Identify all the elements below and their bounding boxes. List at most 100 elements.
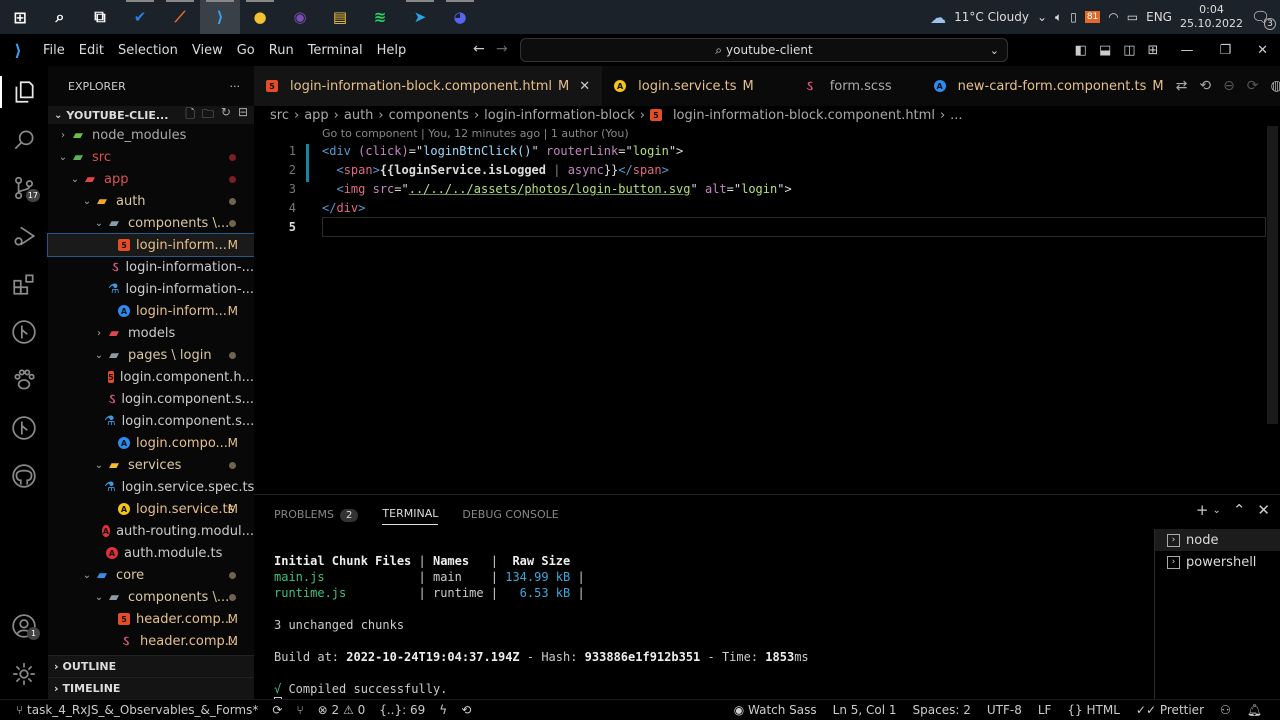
source-control-activity[interactable]: 17: [0, 164, 48, 212]
explorer-activity[interactable]: [0, 68, 48, 116]
tree-file[interactable]: Aauth.module.ts: [48, 542, 254, 564]
run-debug-activity[interactable]: [0, 212, 48, 260]
chevron-down-icon[interactable]: ⌄: [990, 44, 999, 57]
next-change-icon[interactable]: ⟳: [1247, 78, 1259, 94]
feedback-icon[interactable]: ⚇: [1220, 703, 1231, 717]
problems-status[interactable]: ⊗ 2 ⚠ 0: [318, 703, 366, 717]
cursor-position[interactable]: Ln 5, Col 1: [833, 703, 897, 717]
lines-info-status[interactable]: {..}: 69: [379, 703, 425, 717]
tree-file[interactable]: ઽ login-information-...: [48, 256, 254, 278]
restore-button[interactable]: ❐: [1219, 43, 1231, 58]
terminal-dropdown-icon[interactable]: ⌄: [1212, 505, 1220, 519]
breadcrumb-item[interactable]: ...: [950, 108, 962, 123]
codelens[interactable]: Go to component | You, 12 minutes ago | …: [322, 127, 629, 140]
git-modified-gutter[interactable]: [306, 144, 309, 182]
toggle-panel-icon[interactable]: ⬓: [1099, 43, 1111, 58]
tree-file[interactable]: ⚗ login.service.spec.ts: [48, 476, 254, 498]
taskbar-telegram[interactable]: ➤: [400, 0, 440, 34]
breadcrumb-item[interactable]: src: [270, 108, 289, 123]
paw-extension-activity[interactable]: [0, 356, 48, 404]
close-panel-icon[interactable]: ✕: [1257, 501, 1270, 519]
clock[interactable]: 0:04 25.10.2022: [1180, 3, 1243, 31]
new-file-icon[interactable]: 🗋︎: [185, 105, 195, 126]
sync-icon[interactable]: ⟳: [272, 703, 282, 717]
history-icon[interactable]: ⟲: [461, 703, 471, 717]
new-folder-icon[interactable]: 🗀︎: [202, 105, 214, 126]
menu-run[interactable]: Run: [262, 43, 301, 58]
new-terminal-icon[interactable]: +: [1196, 501, 1209, 519]
collapse-all-icon[interactable]: ⊟: [238, 105, 248, 126]
taskbar-file-explorer[interactable]: ▤: [320, 0, 360, 34]
taskbar-search[interactable]: ⌕: [40, 0, 80, 34]
maximize-panel-icon[interactable]: ⌃: [1233, 501, 1246, 519]
asset-path-link[interactable]: ../../../assets/photos/login-button.svg: [409, 182, 691, 196]
taskbar-discord[interactable]: ◕: [440, 0, 480, 34]
gitlens-compare-icon[interactable]: ◍: [1271, 78, 1280, 94]
menu-view[interactable]: View: [185, 43, 230, 58]
tree-file[interactable]: ⚗ login-information-...: [48, 278, 254, 300]
tree-file[interactable]: 5 login-inform... M: [47, 233, 255, 257]
tab-terminal[interactable]: TERMINAL: [382, 507, 439, 525]
github-activity[interactable]: [0, 452, 48, 500]
tab-problems[interactable]: PROBLEMS 2: [274, 508, 359, 522]
breadcrumb-item[interactable]: app: [304, 108, 328, 123]
editor-tab[interactable]: Anew-card-form.component.ts M: [904, 66, 1176, 106]
toggle-sidebar-icon[interactable]: ◧: [1075, 43, 1087, 58]
editor-tab[interactable]: 5 login-information-block.component.html M…: [254, 66, 603, 106]
watch-sass-button[interactable]: ◉ Watch Sass: [734, 703, 817, 717]
encoding[interactable]: UTF-8: [987, 703, 1022, 717]
menu-selection[interactable]: Selection: [111, 43, 185, 58]
breadcrumb-item[interactable]: auth: [344, 108, 374, 123]
bell-icon[interactable]: 🔔︎: [1247, 703, 1262, 717]
tree-file[interactable]: Alogin.service.ts M: [48, 498, 254, 520]
open-changes-icon[interactable]: ⇄: [1176, 78, 1188, 94]
customize-layout-icon[interactable]: ⊞: [1148, 43, 1159, 58]
tree-file[interactable]: ⚗ login.component.s...: [48, 410, 254, 432]
outline-section[interactable]: › OUTLINE: [48, 655, 254, 677]
timeline-section[interactable]: › TIMELINE: [48, 677, 254, 699]
taskbar-windows-start[interactable]: ⊞: [0, 0, 40, 34]
branch-status[interactable]: ⑂ task_4_RxJS_&_Observables_&_Forms*: [16, 703, 258, 717]
terminal-item-powershell[interactable]: › powershell: [1155, 551, 1280, 573]
tree-file[interactable]: Alogin-inform... M: [48, 300, 254, 322]
menu-help[interactable]: Help: [370, 43, 414, 58]
prettier-status[interactable]: ✓✓ Prettier: [1136, 703, 1204, 717]
indentation[interactable]: Spaces: 2: [913, 703, 971, 717]
lightning-icon[interactable]: ϟ: [439, 703, 447, 717]
taskbar-todo[interactable]: ✔: [120, 0, 160, 34]
tree-folder[interactable]: ⌄ ▰ pages \ login: [48, 344, 254, 366]
language-indicator[interactable]: ENG: [1146, 10, 1172, 24]
editor-tab[interactable]: Alogin.service.ts M: [602, 66, 766, 106]
tree-folder[interactable]: › ▰ models: [48, 322, 254, 344]
weather-text[interactable]: 11°C Cloudy: [954, 10, 1029, 24]
tree-file[interactable]: ઽ header.comp... M: [48, 630, 254, 652]
tab-debug-console[interactable]: DEBUG CONSOLE: [462, 508, 558, 521]
wifi-icon[interactable]: ◠: [1108, 10, 1118, 24]
breadcrumb-item[interactable]: login-information-block.component.html: [673, 108, 935, 123]
breadcrumb-item[interactable]: components: [389, 108, 469, 123]
previous-change-icon[interactable]: ⟲: [1199, 78, 1211, 94]
tray-app-badge[interactable]: 81: [1084, 11, 1101, 23]
menu-file[interactable]: File: [36, 43, 72, 58]
tree-folder[interactable]: › ▰ node_modules: [48, 124, 254, 146]
menu-terminal[interactable]: Terminal: [301, 43, 370, 58]
language-mode[interactable]: {} HTML: [1067, 703, 1120, 717]
menu-go[interactable]: Go: [230, 43, 262, 58]
tree-folder[interactable]: ⌄ ▰ core: [48, 564, 254, 586]
gitlens-activity[interactable]: [0, 404, 48, 452]
end-of-line[interactable]: LF: [1038, 703, 1052, 717]
close-tab-icon[interactable]: ✕: [579, 79, 590, 94]
editor-tab[interactable]: ઽ form.scss: [766, 66, 904, 106]
close-window-button[interactable]: ✕: [1257, 43, 1268, 58]
git-graph-activity[interactable]: [0, 308, 48, 356]
notifications-icon[interactable]: 🗨︎ 3: [1251, 8, 1276, 30]
git-graph-status-icon[interactable]: ⑂: [296, 703, 303, 717]
tree-file[interactable]: ઽ login.component.s...: [48, 388, 254, 410]
tree-file[interactable]: 5 login.component.h...: [48, 366, 254, 388]
search-activity[interactable]: [0, 116, 48, 164]
forward-arrow-icon[interactable]: →: [496, 41, 508, 57]
volume-icon[interactable]: 🔈︎: [1055, 10, 1062, 25]
weather-icon[interactable]: ☁: [930, 8, 946, 27]
terminal-output[interactable]: Initial Chunk Files | Names | Raw Size ma…: [274, 537, 809, 711]
command-center-search[interactable]: ⌕ youtube-client ⌄: [520, 38, 1008, 62]
